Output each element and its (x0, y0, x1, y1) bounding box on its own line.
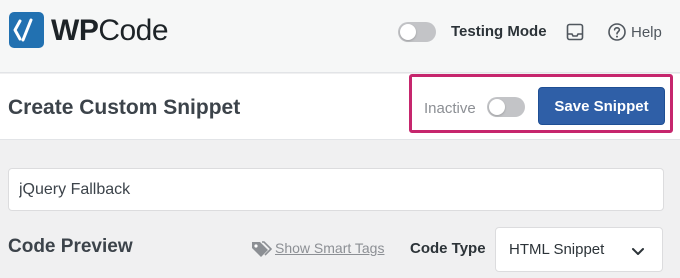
code-type-select[interactable]: HTML Snippet (495, 227, 663, 272)
app-header: WPCode Testing Mode Help (0, 0, 680, 73)
inbox-icon[interactable] (565, 22, 585, 47)
show-smart-tags-link[interactable]: Show Smart Tags (275, 240, 384, 256)
snippet-status-label: Inactive (424, 100, 476, 117)
help-icon[interactable] (607, 22, 627, 47)
page-title: Create Custom Snippet (8, 96, 241, 119)
snippet-active-toggle[interactable] (487, 97, 525, 117)
brand-logo: WPCode (51, 14, 169, 48)
page-title-bar: Create Custom Snippet Inactive Save Snip… (0, 74, 680, 140)
wpcode-logo-icon (9, 12, 44, 48)
toggle-knob (489, 99, 505, 115)
save-snippet-button[interactable]: Save Snippet (538, 87, 665, 125)
testing-mode-toggle[interactable] (398, 22, 436, 42)
tag-icon (250, 240, 273, 263)
brand-logo-code: Code (98, 14, 169, 47)
code-preview-heading: Code Preview (8, 236, 133, 257)
brand-logo-wp: WP (51, 14, 99, 47)
code-type-selected-value: HTML Snippet (509, 241, 605, 258)
help-link[interactable]: Help (631, 24, 662, 41)
chevron-down-icon (631, 244, 645, 262)
code-type-label: Code Type (410, 240, 486, 257)
toggle-knob (400, 24, 416, 40)
snippet-title-input[interactable] (8, 168, 664, 211)
testing-mode-label: Testing Mode (451, 23, 547, 40)
